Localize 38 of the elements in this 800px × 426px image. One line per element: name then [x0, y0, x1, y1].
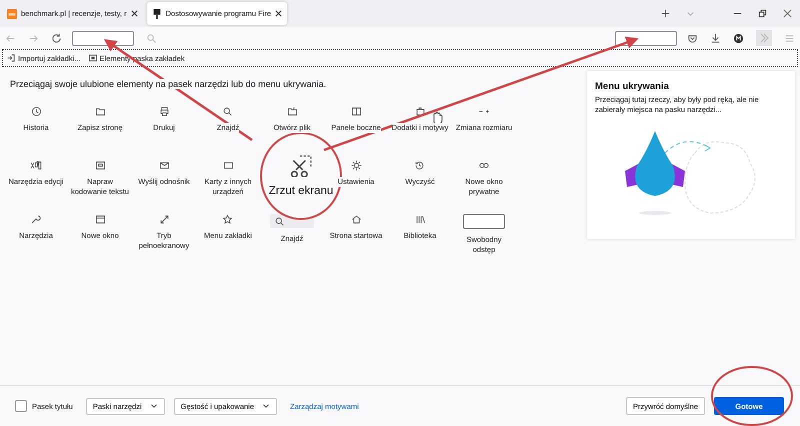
paint-brush-icon: [152, 8, 162, 18]
window-icon: [94, 214, 106, 225]
close-icon[interactable]: [130, 10, 138, 17]
import-icon: [7, 54, 15, 62]
pocket-icon[interactable]: [687, 32, 698, 44]
reload-icon[interactable]: [51, 32, 62, 44]
text-encoding-icon: [94, 160, 106, 171]
grab-cursor-icon: [434, 112, 442, 124]
envelope-icon: [158, 160, 170, 171]
tablet-icon: [222, 160, 234, 171]
clock-icon: [30, 106, 42, 117]
search-icon: [274, 216, 285, 226]
flexible-space-field[interactable]: [72, 30, 134, 46]
home-icon: [350, 214, 362, 225]
download-icon[interactable]: [710, 32, 721, 44]
library-icon: [414, 214, 426, 225]
plus-icon[interactable]: [661, 9, 670, 18]
gear-icon: [350, 160, 362, 171]
search-icon: [222, 106, 234, 117]
site-favicon-icon: [7, 8, 17, 18]
close-icon[interactable]: [275, 10, 282, 17]
panel-title: Menu ukrywania: [595, 81, 670, 92]
history-icon: [414, 160, 426, 171]
caret-icon: [262, 402, 270, 410]
fullscreen-icon: [158, 214, 170, 225]
bookmark-toolbar-icon: [88, 54, 97, 62]
screenshot-icon: [290, 155, 312, 177]
instructions-text: Przeciągaj swoje ulubione elementy na pasek narzędzi lub do menu ukrywania.: [10, 79, 326, 89]
restore-icon[interactable]: [758, 9, 767, 18]
item-label: Zrzut ekranu: [268, 185, 334, 197]
caret-icon: [150, 402, 158, 410]
folder-icon: [286, 106, 298, 117]
printer-icon: [158, 106, 170, 117]
flexible-space-field[interactable]: [615, 30, 677, 46]
account-icon[interactable]: [733, 32, 744, 44]
folder-icon: [94, 106, 106, 117]
star-icon: [222, 214, 234, 225]
sidebar-icon: [350, 106, 362, 117]
